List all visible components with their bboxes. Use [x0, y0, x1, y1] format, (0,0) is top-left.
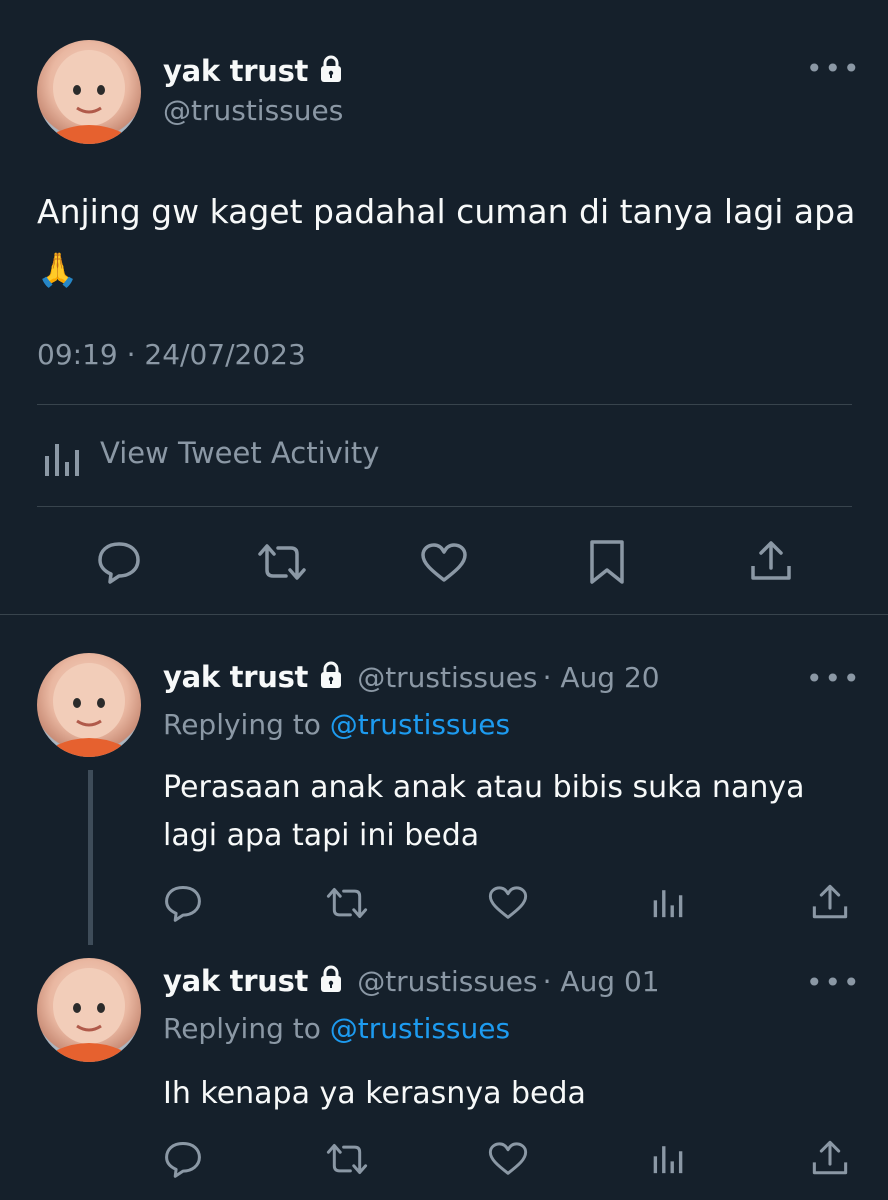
retweet-icon[interactable]: [325, 886, 369, 920]
reply-icon[interactable]: [96, 540, 142, 584]
analytics-icon: [43, 440, 81, 476]
divider: [0, 614, 888, 615]
reply-icon[interactable]: [163, 1140, 203, 1178]
tweet-text: Perasaan anak anak atau bibis suka nanya…: [163, 770, 805, 853]
replying-to-link[interactable]: @trustissues: [330, 1012, 510, 1045]
bookmark-icon[interactable]: [588, 538, 626, 586]
like-icon[interactable]: [487, 885, 529, 921]
avatar[interactable]: [37, 40, 141, 144]
replying-to-label: Replying to: [163, 708, 321, 741]
divider: [37, 506, 852, 507]
more-icon[interactable]: •••: [806, 662, 862, 695]
divider: [37, 404, 852, 405]
replying-to-label: Replying to: [163, 1012, 321, 1045]
tweet-text: Ih kenapa ya kerasnya beda: [163, 1076, 586, 1111]
share-icon[interactable]: [748, 538, 794, 584]
like-icon[interactable]: [419, 542, 469, 584]
tweet-date[interactable]: · Aug 01: [543, 965, 660, 998]
display-name[interactable]: yak trust: [163, 660, 308, 694]
like-icon[interactable]: [487, 1141, 529, 1177]
tweet-text: Anjing gw kaget padahal cuman di tanya l…: [37, 192, 856, 289]
share-icon[interactable]: [810, 882, 850, 922]
reply-icon[interactable]: [163, 884, 203, 922]
tweet-date[interactable]: · Aug 20: [543, 661, 660, 694]
lock-icon: [318, 661, 344, 693]
display-name[interactable]: yak trust: [163, 964, 308, 998]
analytics-icon[interactable]: [652, 1141, 684, 1175]
lock-icon: [318, 55, 344, 90]
thread-line: [88, 770, 93, 945]
analytics-icon[interactable]: [652, 885, 684, 919]
activity-label: View Tweet Activity: [100, 436, 380, 470]
avatar[interactable]: [37, 653, 141, 757]
avatar[interactable]: [37, 958, 141, 1062]
more-icon[interactable]: •••: [806, 966, 862, 999]
handle[interactable]: @trustissues: [357, 965, 537, 998]
timestamp[interactable]: 09:19 · 24/07/2023: [37, 338, 306, 371]
handle[interactable]: @trustissues: [357, 661, 537, 694]
retweet-icon[interactable]: [256, 542, 308, 582]
retweet-icon[interactable]: [325, 1142, 369, 1176]
lock-icon: [318, 965, 344, 997]
share-icon[interactable]: [810, 1138, 850, 1178]
replying-to-link[interactable]: @trustissues: [330, 708, 510, 741]
display-name[interactable]: yak trust: [163, 54, 308, 88]
handle[interactable]: @trustissues: [163, 94, 343, 127]
more-icon[interactable]: •••: [806, 52, 862, 85]
